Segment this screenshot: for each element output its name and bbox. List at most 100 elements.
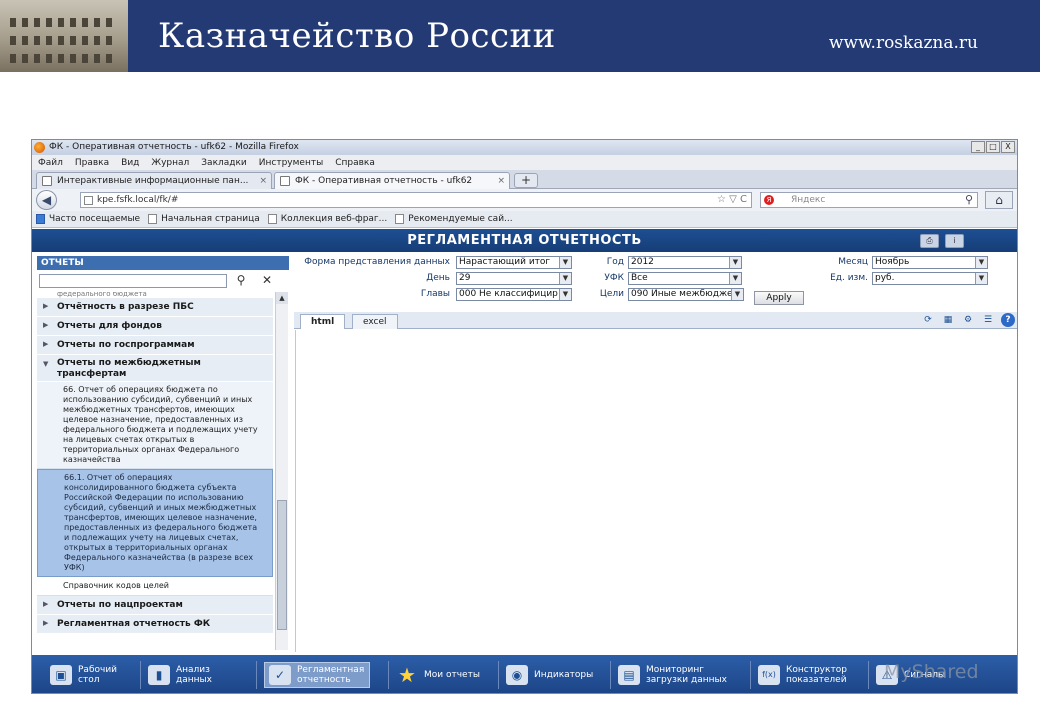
taskbar-monitoring[interactable]: ▤ Мониторинг загрузки данных [618,662,732,688]
window-title: ФК - Оперативная отчетность - ufk62 - Mo… [49,142,299,152]
chapters-label: Главы [420,289,450,299]
chevron-right-icon: ▶ [43,340,49,348]
sidebar-section-regulatory-fk[interactable]: ▶ Регламентная отчетность ФК [37,615,273,634]
window-titlebar: ФК - Оперативная отчетность - ufk62 - Mo… [32,140,1017,155]
chevron-right-icon: ▶ [43,302,49,310]
help-icon[interactable]: ? [1001,313,1015,327]
page-icon [280,176,290,186]
month-select[interactable]: Ноябрь ▼ [872,256,988,269]
sidebar-section-funds[interactable]: ▶ Отчеты для фондов [37,317,273,336]
firefox-icon [34,142,45,153]
taskbar-desktop[interactable]: ▣ Рабочий стол [50,662,126,688]
navigation-bar: ◀ kpe.fsfk.local/fk/# ☆ ▽ C Я Яндекс ⚲ ⌂ [32,189,1017,211]
menu-help[interactable]: Справка [335,158,375,168]
taskbar-regulatory-reports[interactable]: ✓ Регламентная отчетность [264,662,370,688]
report-content: html excel ⟳ ▦ ⚙ ☰ ? [294,312,1017,652]
month-label: Месяц [838,257,868,267]
slide-title: Казначейство России [158,16,556,56]
app-header: РЕГЛАМЕНТНАЯ ОТЧЕТНОСТЬ ⎙ i [32,229,1017,252]
page-icon [42,176,52,186]
sidebar-scrollbar[interactable]: ▲ [275,292,288,650]
close-tab-icon[interactable]: × [497,176,505,186]
page-icon [267,214,277,224]
menu-bookmarks[interactable]: Закладки [201,158,247,168]
sidebar-section-pbs[interactable]: ▶ Отчётность в разрезе ПБС [37,298,273,317]
address-text: kpe.fsfk.local/fk/# [97,195,179,205]
close-window-button[interactable]: X [1001,141,1015,153]
sidebar-item-report-66-1[interactable]: 66.1. Отчет об операциях консолидированн… [37,469,273,577]
apply-button[interactable]: Apply [754,291,804,305]
list-icon[interactable]: ☰ [981,313,995,327]
form-select[interactable]: Нарастающий итог ▼ [456,256,572,269]
taskbar-indicators[interactable]: ◉ Индикаторы [506,662,593,688]
home-button[interactable]: ⌂ [985,191,1013,209]
print-button[interactable]: ⎙ [920,234,939,248]
menu-tools[interactable]: Инструменты [259,158,323,168]
scroll-up-icon[interactable]: ▲ [276,292,288,304]
sidebar-list: федерального бюджета ▶ Отчётность в разре… [37,292,273,650]
slide-url: www.roskazna.ru [828,33,978,53]
menu-view[interactable]: Вид [121,158,139,168]
sidebar-item-report-66[interactable]: 66. Отчет об операциях бюджета по исполь… [37,382,273,469]
chevron-down-icon: ▼ [43,360,49,368]
minimize-button[interactable]: _ [971,141,985,153]
chevron-down-icon: ▼ [559,273,571,284]
close-tab-icon[interactable]: × [259,176,267,186]
browser-tab-bar: Интерактивные информационные пан... × ФК… [32,170,1017,189]
search-icon[interactable]: ⚲ [232,273,250,289]
filters-panel: Форма представления данных Нарастающий и… [294,254,1014,306]
search-icon[interactable]: ⚲ [965,193,973,206]
tab-excel[interactable]: excel [352,314,398,329]
new-tab-button[interactable]: + [514,173,538,188]
tab-html[interactable]: html [300,314,346,329]
day-select[interactable]: 29 ▼ [456,272,572,285]
info-button[interactable]: i [945,234,964,248]
menu-edit[interactable]: Правка [75,158,109,168]
checklist-icon: ✓ [269,665,291,685]
app-taskbar: ▣ Рабочий стол ▮ Анализ данных ✓ Регламентн… [32,655,1017,693]
search-placeholder: Яндекс [791,195,826,205]
bookmark-suggested-sites[interactable]: Рекомендуемые сай... [395,214,513,224]
sidebar-section-programs[interactable]: ▶ Отчеты по госпрограммам [37,336,273,355]
slide-header: Казначейство России www.roskazna.ru [0,0,1040,72]
chevron-down-icon: ▼ [729,257,741,268]
chevron-down-icon: ▼ [559,289,571,300]
address-bar[interactable]: kpe.fsfk.local/fk/# ☆ ▽ C [80,192,752,208]
chevron-right-icon: ▶ [43,600,49,608]
bookmark-most-visited[interactable]: Часто посещаемые [36,214,140,224]
back-button[interactable]: ◀ [36,190,57,210]
goals-select[interactable]: 090 Иные межбюджет ▼ [628,288,744,301]
menu-bar: Файл Правка Вид Журнал Закладки Инструме… [32,155,1017,170]
taskbar-constructor[interactable]: f(x) Конструктор показателей [758,662,847,688]
taskbar-analysis[interactable]: ▮ Анализ данных [148,662,224,688]
chevron-right-icon: ▶ [43,321,49,329]
menu-history[interactable]: Журнал [151,158,189,168]
bookmark-star-icon[interactable]: ☆ ▽ C [717,194,747,205]
ufk-select[interactable]: Все ▼ [628,272,742,285]
sidebar-section-transfers[interactable]: ▼ Отчеты по межбюджетным трансфертам [37,355,273,382]
maximize-button[interactable]: □ [986,141,1000,153]
bookmark-web-slices[interactable]: Коллекция веб-фраг... [267,214,387,224]
export-icon[interactable]: ▦ [941,313,955,327]
app-area: РЕГЛАМЕНТНАЯ ОТЧЕТНОСТЬ ⎙ i ОТЧЕТЫ ⚲ ✕ ф… [32,229,1017,693]
taskbar-my-reports[interactable]: ★ Мои отчеты [396,662,480,688]
chapters-select[interactable]: 000 Не классифицир ▼ [456,288,572,301]
browser-tab-reports[interactable]: ФК - Оперативная отчетность - ufk62 × [274,172,510,189]
indicator-icon: ◉ [506,665,528,685]
browser-tab-dashboards[interactable]: Интерактивные информационные пан... × [36,172,272,189]
scroll-thumb[interactable] [277,500,287,630]
refresh-icon[interactable]: ⟳ [921,313,935,327]
chevron-down-icon: ▼ [559,257,571,268]
sidebar-search-input[interactable] [39,274,227,288]
sidebar-section-national-projects[interactable]: ▶ Отчеты по нацпроектам [37,596,273,615]
yandex-icon[interactable]: Я [764,195,774,205]
menu-file[interactable]: Файл [38,158,63,168]
settings-icon[interactable]: ⚙ [961,313,975,327]
unit-select[interactable]: руб. ▼ [872,272,988,285]
sidebar-item-goal-codes[interactable]: Справочник кодов целей [37,577,273,596]
clear-icon[interactable]: ✕ [258,273,276,289]
bookmark-start-page[interactable]: Начальная страница [148,214,260,224]
goals-label: Цели [599,289,624,299]
search-input[interactable]: Я Яндекс ⚲ [760,192,978,208]
year-select[interactable]: 2012 ▼ [628,256,742,269]
